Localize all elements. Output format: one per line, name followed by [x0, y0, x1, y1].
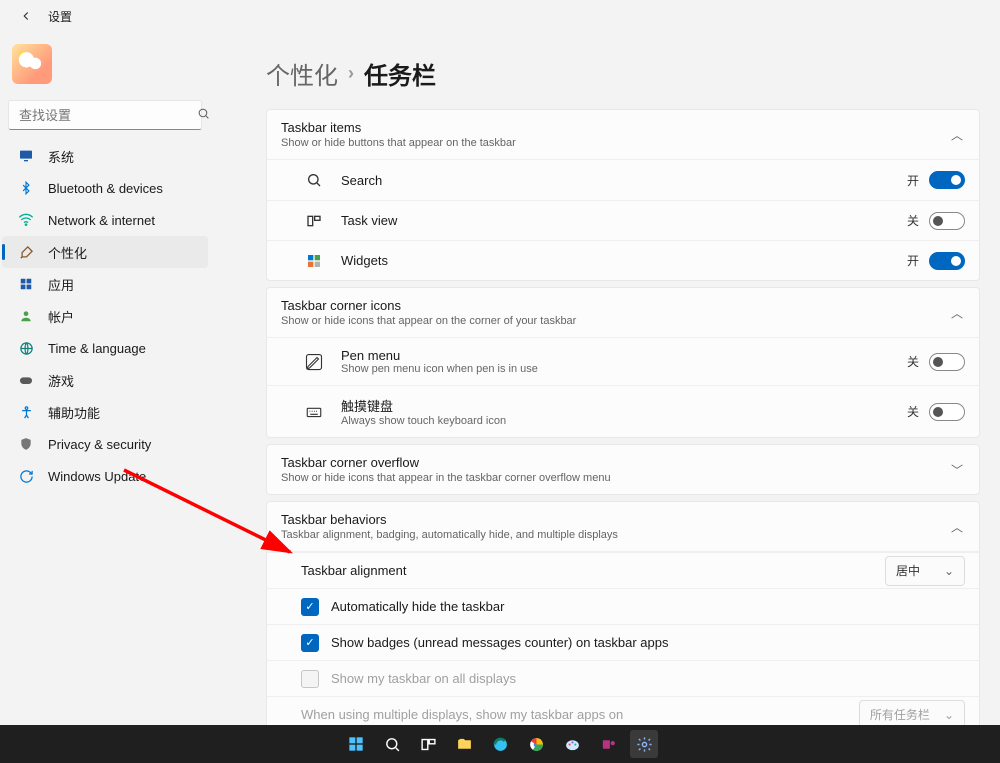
- sidebar-item-wifi[interactable]: Network & internet: [2, 204, 208, 236]
- sidebar: 系统 Bluetooth & devices Network & internet 个…: [0, 32, 210, 725]
- touchkb-icon: [301, 403, 327, 421]
- checkbox[interactable]: ✓: [301, 598, 319, 616]
- row-search: Search开: [267, 160, 979, 200]
- sidebar-item-shield[interactable]: Privacy & security: [2, 428, 208, 460]
- section-header[interactable]: Taskbar items Show or hide buttons that …: [267, 110, 979, 160]
- section-header[interactable]: Taskbar behaviors Taskbar alignment, bad…: [267, 502, 979, 552]
- chrome-icon[interactable]: [522, 730, 550, 758]
- section-behaviors: Taskbar behaviors Taskbar alignment, bad…: [266, 501, 980, 725]
- start-icon[interactable]: [342, 730, 370, 758]
- checkbox: [301, 670, 319, 688]
- search-icon: [197, 107, 210, 123]
- widgets-icon: [301, 253, 327, 269]
- toggle-switch[interactable]: [929, 252, 965, 270]
- search-icon: [301, 172, 327, 188]
- sidebar-item-label: 应用: [48, 275, 74, 294]
- sidebar-item-label: 游戏: [48, 371, 74, 390]
- chevron-down-icon: ﹀: [951, 461, 963, 478]
- breadcrumb-current: 任务栏: [364, 56, 436, 91]
- toggle-switch[interactable]: [929, 212, 965, 230]
- wifi-icon: [16, 210, 36, 230]
- section-taskbar-items: Taskbar items Show or hide buttons that …: [266, 109, 980, 281]
- os-taskbar: [0, 725, 1000, 763]
- monitor-icon: [16, 146, 36, 166]
- taskview-icon: [301, 213, 327, 229]
- penmenu-icon: [301, 353, 327, 371]
- grid-icon: [16, 274, 36, 294]
- sidebar-item-globe[interactable]: Time & language: [2, 332, 208, 364]
- alignment-select[interactable]: 居中 ⌄: [885, 556, 965, 586]
- multimon-select: 所有任务栏⌄: [859, 700, 965, 726]
- sidebar-item-monitor[interactable]: 系统: [2, 140, 208, 172]
- chevron-down-icon: ⌄: [944, 564, 954, 578]
- row-widgets: Widgets开: [267, 240, 979, 280]
- row-touchkb: 触摸键盘Always show touch keyboard icon关: [267, 385, 979, 437]
- row-badges: ✓Show badges (unread messages counter) o…: [267, 624, 979, 660]
- person-icon: [16, 306, 36, 326]
- sidebar-item-bluetooth[interactable]: Bluetooth & devices: [2, 172, 208, 204]
- sidebar-item-label: Time & language: [48, 341, 146, 356]
- brush-icon: [16, 242, 36, 262]
- explorer-icon[interactable]: [450, 730, 478, 758]
- window-title: 设置: [48, 8, 72, 25]
- row-taskview: Task view关: [267, 200, 979, 240]
- titlebar: 设置: [0, 0, 1000, 32]
- sidebar-item-game[interactable]: 游戏: [2, 364, 208, 396]
- game-icon: [16, 370, 36, 390]
- bluetooth-icon: [16, 178, 36, 198]
- edge-icon[interactable]: [486, 730, 514, 758]
- settings-icon[interactable]: [630, 730, 658, 758]
- row-autohide: ✓Automatically hide the taskbar: [267, 588, 979, 624]
- sidebar-item-update[interactable]: Windows Update: [2, 460, 208, 492]
- user-avatar[interactable]: [12, 44, 52, 84]
- sidebar-item-access[interactable]: 辅助功能: [2, 396, 208, 428]
- search-input[interactable]: [17, 107, 197, 124]
- search-box[interactable]: [8, 100, 202, 130]
- chevron-up-icon: ︿: [951, 304, 963, 321]
- row-penmenu: Pen menuShow pen menu icon when pen is i…: [267, 338, 979, 385]
- breadcrumb-parent[interactable]: 个性化: [266, 56, 338, 91]
- checkbox[interactable]: ✓: [301, 634, 319, 652]
- teams-icon[interactable]: [594, 730, 622, 758]
- sidebar-item-label: 系统: [48, 147, 74, 166]
- section-corner-overflow[interactable]: Taskbar corner overflow Show or hide ico…: [266, 444, 980, 495]
- sidebar-item-label: Windows Update: [48, 469, 146, 484]
- sidebar-item-person[interactable]: 帐户: [2, 300, 208, 332]
- section-corner-icons: Taskbar corner icons Show or hide icons …: [266, 287, 980, 438]
- toggle-switch[interactable]: [929, 353, 965, 371]
- sidebar-item-grid[interactable]: 应用: [2, 268, 208, 300]
- main-panel: 个性化 › 任务栏 Taskbar items Show or hide but…: [210, 32, 1000, 725]
- section-header[interactable]: Taskbar corner icons Show or hide icons …: [267, 288, 979, 338]
- chevron-up-icon: ︿: [951, 518, 963, 535]
- row-alldisks: Show my taskbar on all displays: [267, 660, 979, 696]
- sidebar-item-label: Privacy & security: [48, 437, 151, 452]
- toggle-switch[interactable]: [929, 171, 965, 189]
- access-icon: [16, 402, 36, 422]
- chevron-right-icon: ›: [348, 63, 354, 84]
- toggle-switch[interactable]: [929, 403, 965, 421]
- back-button[interactable]: [12, 2, 40, 30]
- search-icon[interactable]: [378, 730, 406, 758]
- sidebar-item-label: 个性化: [48, 243, 87, 262]
- shield-icon: [16, 434, 36, 454]
- paint-icon[interactable]: [558, 730, 586, 758]
- update-icon: [16, 466, 36, 486]
- chevron-up-icon: ︿: [951, 126, 963, 143]
- row-alignment: Taskbar alignment 居中 ⌄: [267, 552, 979, 588]
- breadcrumb: 个性化 › 任务栏: [266, 56, 980, 91]
- sidebar-item-brush[interactable]: 个性化: [2, 236, 208, 268]
- sidebar-item-label: 辅助功能: [48, 403, 100, 422]
- sidebar-item-label: 帐户: [48, 307, 74, 326]
- taskview-icon[interactable]: [414, 730, 442, 758]
- sidebar-item-label: Bluetooth & devices: [48, 181, 163, 196]
- sidebar-item-label: Network & internet: [48, 213, 155, 228]
- globe-icon: [16, 338, 36, 358]
- row-multimon: When using multiple displays, show my ta…: [267, 696, 979, 725]
